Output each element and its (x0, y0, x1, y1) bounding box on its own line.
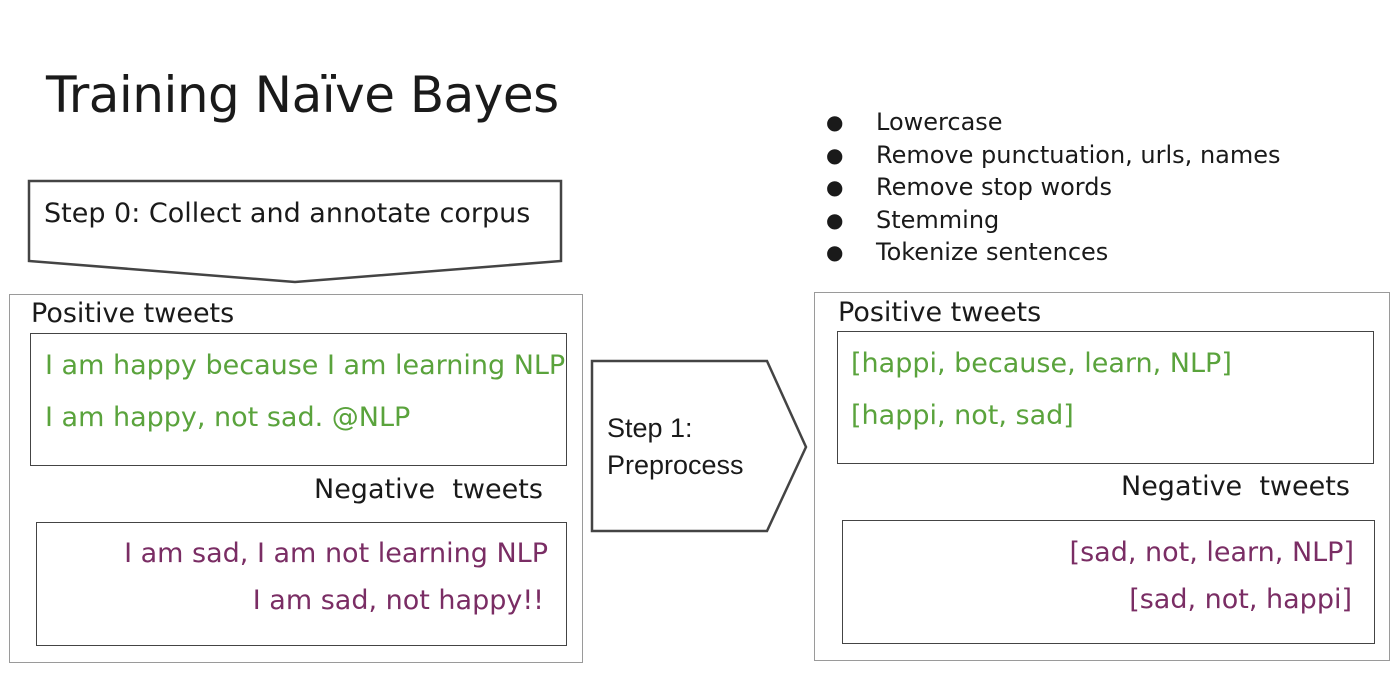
bullet-icon: ● (826, 175, 844, 200)
raw-positive-tweet: I am happy, not sad. @NLP (45, 402, 411, 433)
bullet-icon: ● (826, 110, 844, 134)
step1-line1: Step 1: (607, 413, 693, 443)
list-item: ● Tokenize sentences (822, 236, 1281, 269)
step0-label: Step 0: Collect and annotate corpus (44, 198, 531, 229)
raw-negative-tweet: I am sad, not happy!! (252, 585, 544, 616)
preprocessing-steps-list: ● Lowercase ● Remove punctuation, urls, na… (822, 106, 1281, 269)
step0-banner-shape (27, 179, 563, 284)
processed-positive-tweet: [happi, not, sad] (851, 400, 1074, 431)
step1-label: Step 1: Preprocess (607, 410, 744, 484)
raw-positive-heading: Positive tweets (31, 298, 235, 329)
list-item: ● Remove stop words (822, 171, 1281, 204)
processed-negative-heading: Negative tweets (1121, 471, 1350, 502)
bullet-icon: ● (826, 142, 844, 167)
list-item: ● Lowercase (822, 106, 1281, 139)
raw-negative-tweet: I am sad, I am not learning NLP (124, 538, 548, 569)
list-item: ● Remove punctuation, urls, names (822, 139, 1281, 172)
processed-negative-tweet: [sad, not, learn, NLP] (1069, 537, 1354, 568)
processed-positive-heading: Positive tweets (838, 297, 1042, 328)
raw-negative-heading: Negative tweets (314, 474, 543, 505)
processed-positive-tweet: [happi, because, learn, NLP] (851, 348, 1232, 379)
step1-line2: Preprocess (607, 450, 744, 480)
raw-positive-tweet: I am happy because I am learning NLP (45, 350, 566, 381)
processed-negative-tweet: [sad, not, happi] (1129, 584, 1352, 615)
bullet-icon: ● (826, 240, 844, 265)
bullet-icon: ● (826, 207, 844, 232)
list-item: ● Stemming (822, 204, 1281, 237)
